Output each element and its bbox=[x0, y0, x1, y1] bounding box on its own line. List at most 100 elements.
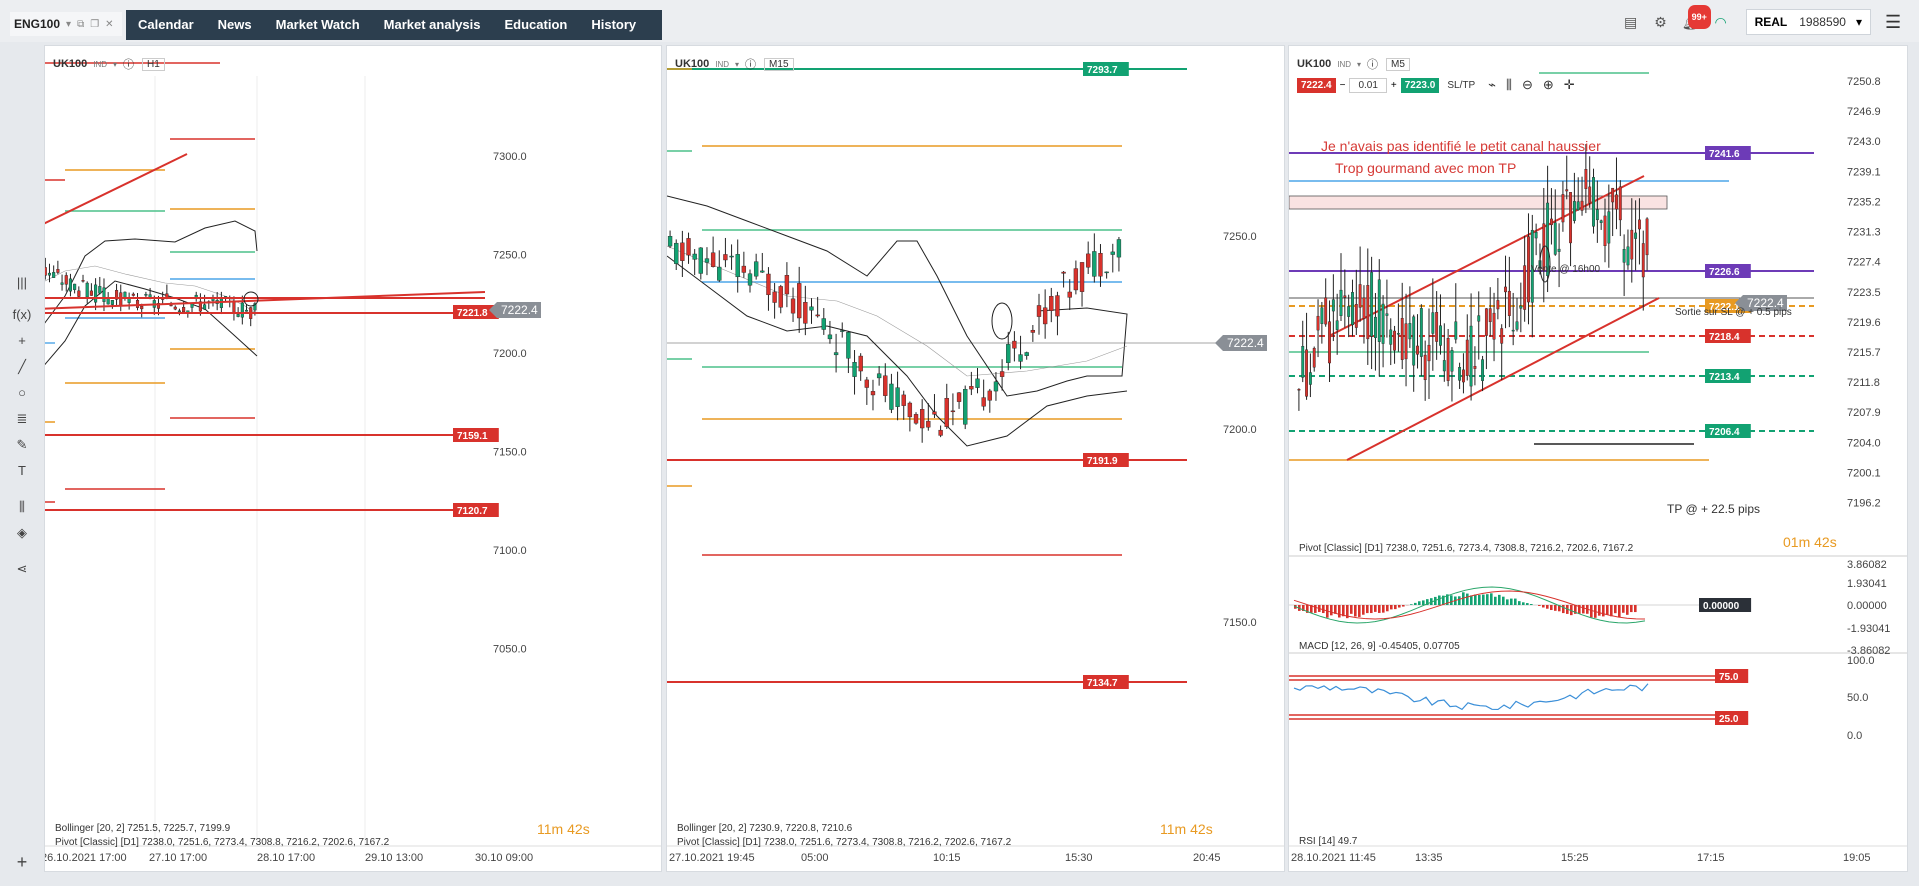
nav-market-analysis[interactable]: Market analysis bbox=[372, 10, 493, 40]
level-tag: 7221.8 bbox=[457, 308, 488, 319]
signal-icon[interactable]: ⚙ bbox=[1650, 11, 1672, 33]
layout-icon[interactable]: ▤ bbox=[1620, 11, 1642, 33]
candle-body bbox=[1641, 243, 1645, 278]
chart-symbol-sub: IND bbox=[93, 59, 108, 69]
restore-icon[interactable]: ❐ bbox=[90, 19, 99, 30]
candle-body bbox=[1507, 290, 1511, 316]
line-tool-icon[interactable]: ╱ bbox=[0, 354, 44, 380]
account-selector[interactable]: REAL 1988590 ▾ bbox=[1745, 9, 1871, 35]
candle-body bbox=[177, 310, 181, 312]
x-axis-tick: 19:05 bbox=[1843, 852, 1871, 864]
dropdown-icon[interactable]: ▾ bbox=[66, 19, 71, 30]
candle-body bbox=[1622, 249, 1626, 263]
indicator-pivot[interactable]: Pivot [Classic] [D1] 7238.0, 7251.6, 727… bbox=[55, 837, 389, 848]
menu-icon[interactable]: ☰ bbox=[1885, 12, 1907, 33]
candle-body bbox=[1320, 307, 1324, 324]
buy-button[interactable]: 7223.0 bbox=[1400, 77, 1440, 93]
indicator-pivot[interactable]: Pivot [Classic] [D1] 7238.0, 7251.6, 727… bbox=[677, 837, 1011, 848]
timeframe-select[interactable]: H1 bbox=[142, 57, 165, 71]
crosshair-icon[interactable]: ✛ bbox=[1564, 77, 1575, 93]
add-chart-button[interactable]: + bbox=[8, 852, 36, 880]
sltp-button[interactable]: SL/TP bbox=[1447, 80, 1475, 91]
nav-calendar[interactable]: Calendar bbox=[126, 10, 206, 40]
candle-body bbox=[1400, 318, 1404, 360]
candle-body bbox=[1576, 201, 1580, 211]
candle-body bbox=[1595, 209, 1599, 221]
note-vente: Vente @ 16h00 bbox=[1531, 264, 1601, 275]
chart-symbol[interactable]: UK100 bbox=[53, 58, 87, 70]
circle-tool-icon[interactable]: ○ bbox=[0, 380, 44, 406]
candle-body bbox=[920, 409, 925, 429]
chart-canvas[interactable]: 7300.0 7250.0 7200.0 7150.0 7100.0 7050.0 26.1… bbox=[45, 46, 662, 872]
chart-panel-m15[interactable]: UK100 IND ▾ ⓘ M15 7250.0 7200.0 7150.0 27.1… bbox=[666, 45, 1285, 872]
zoom-in-icon[interactable]: ⊕ bbox=[1543, 77, 1554, 93]
pen-tool-icon[interactable]: ✎ bbox=[0, 432, 44, 458]
compare-icon[interactable]: ⫼ bbox=[0, 494, 44, 520]
candle-body bbox=[131, 293, 135, 296]
candle-body bbox=[1427, 344, 1431, 362]
rsi-axis-tick: 0.0 bbox=[1847, 730, 1862, 742]
macd-bar bbox=[1610, 605, 1613, 617]
y-axis-tick: 7300.0 bbox=[493, 151, 527, 163]
candle-body bbox=[1098, 253, 1103, 277]
lot-input[interactable]: 0.01 bbox=[1349, 77, 1387, 93]
candle-body bbox=[735, 254, 740, 278]
timeframe-select[interactable]: M5 bbox=[1386, 57, 1410, 71]
indicator-macd[interactable]: MACD [12, 26, 9] -0.45405, 0.07705 bbox=[1299, 641, 1460, 652]
text-tool-icon[interactable]: T bbox=[0, 458, 44, 484]
candle-body bbox=[821, 318, 826, 330]
level-tag: 7134.7 bbox=[1087, 678, 1118, 689]
candles-icon[interactable]: ⫼ bbox=[1506, 77, 1512, 93]
candle-body bbox=[135, 300, 140, 308]
chart-panel-h1[interactable]: UK100 IND ▾ ⓘ H1 7300.0 7250.0 7200.0 7150.… bbox=[44, 45, 662, 872]
candle-body bbox=[1550, 218, 1553, 226]
indicator-rsi[interactable]: RSI [14] 49.7 bbox=[1299, 836, 1357, 847]
nav-education[interactable]: Education bbox=[493, 10, 580, 40]
indicator-pivot[interactable]: Pivot [Classic] [D1] 7238.0, 7251.6, 727… bbox=[1299, 543, 1633, 554]
y-axis-tick: 7196.2 bbox=[1847, 498, 1881, 510]
plus-icon[interactable]: + bbox=[1391, 80, 1397, 91]
timer-seconds: 42 bbox=[567, 821, 583, 837]
line-chart-icon[interactable]: ⌁ bbox=[1488, 77, 1496, 93]
zoom-out-icon[interactable]: ⊖ bbox=[1522, 77, 1533, 93]
candle-body bbox=[1588, 186, 1592, 204]
nav-history[interactable]: History bbox=[579, 10, 648, 40]
chart-panel-m5[interactable]: UK100 IND ▾ ⓘ M5 7222.4 − 0.01 + 7223.0 … bbox=[1288, 45, 1908, 872]
y-axis-tick: 7250.0 bbox=[493, 250, 527, 262]
close-icon[interactable]: ✕ bbox=[105, 19, 113, 30]
plus-icon[interactable]: + bbox=[0, 328, 44, 354]
sell-button[interactable]: 7222.4 bbox=[1297, 77, 1336, 93]
candle-body bbox=[1339, 289, 1343, 316]
info-icon[interactable]: ⓘ bbox=[123, 56, 134, 72]
nav-market-watch[interactable]: Market Watch bbox=[264, 10, 372, 40]
bars-icon[interactable]: ||| bbox=[0, 270, 44, 296]
candle-body bbox=[1569, 192, 1572, 244]
chart-symbol[interactable]: UK100 bbox=[675, 58, 709, 70]
info-icon[interactable]: ⓘ bbox=[745, 56, 756, 72]
candle-body bbox=[1086, 253, 1091, 268]
dropdown-icon[interactable]: ▾ bbox=[1357, 60, 1361, 69]
nav-news[interactable]: News bbox=[206, 10, 264, 40]
indicator-bollinger[interactable]: Bollinger [20, 2] 7251.5, 7225.7, 7199.9 bbox=[55, 823, 230, 834]
candle-body bbox=[1484, 308, 1488, 336]
macd-bar bbox=[1378, 605, 1381, 613]
dropdown-icon[interactable]: ▾ bbox=[735, 60, 739, 69]
chart-canvas[interactable]: 7250.0 7200.0 7150.0 27.10.2021 19:45 05:00 1… bbox=[667, 46, 1285, 872]
fib-tool-icon[interactable]: ≣ bbox=[0, 406, 44, 432]
timeframe-select[interactable]: M15 bbox=[764, 57, 794, 71]
bell-icon[interactable]: 🔔︎99+ bbox=[1680, 5, 1711, 33]
share-icon[interactable]: ⋖ bbox=[0, 556, 44, 582]
function-icon[interactable]: f(x) bbox=[0, 302, 44, 328]
minus-icon[interactable]: − bbox=[1340, 80, 1346, 91]
symbol-tab[interactable]: ENG100 ▾ ⧉ ❐ ✕ bbox=[10, 12, 122, 36]
candle-body bbox=[1393, 330, 1396, 351]
popout-icon[interactable]: ⧉ bbox=[77, 19, 84, 30]
chart-symbol[interactable]: UK100 bbox=[1297, 58, 1331, 70]
indicator-bollinger[interactable]: Bollinger [20, 2] 7230.9, 7220.8, 7210.6 bbox=[677, 823, 852, 834]
layers-icon[interactable]: ◈ bbox=[0, 520, 44, 546]
dropdown-icon[interactable]: ▾ bbox=[113, 60, 117, 69]
macd-axis-tick: 3.86082 bbox=[1847, 559, 1887, 571]
candle-body bbox=[950, 410, 956, 413]
info-icon[interactable]: ⓘ bbox=[1367, 56, 1378, 72]
macd-bar bbox=[1478, 594, 1481, 605]
